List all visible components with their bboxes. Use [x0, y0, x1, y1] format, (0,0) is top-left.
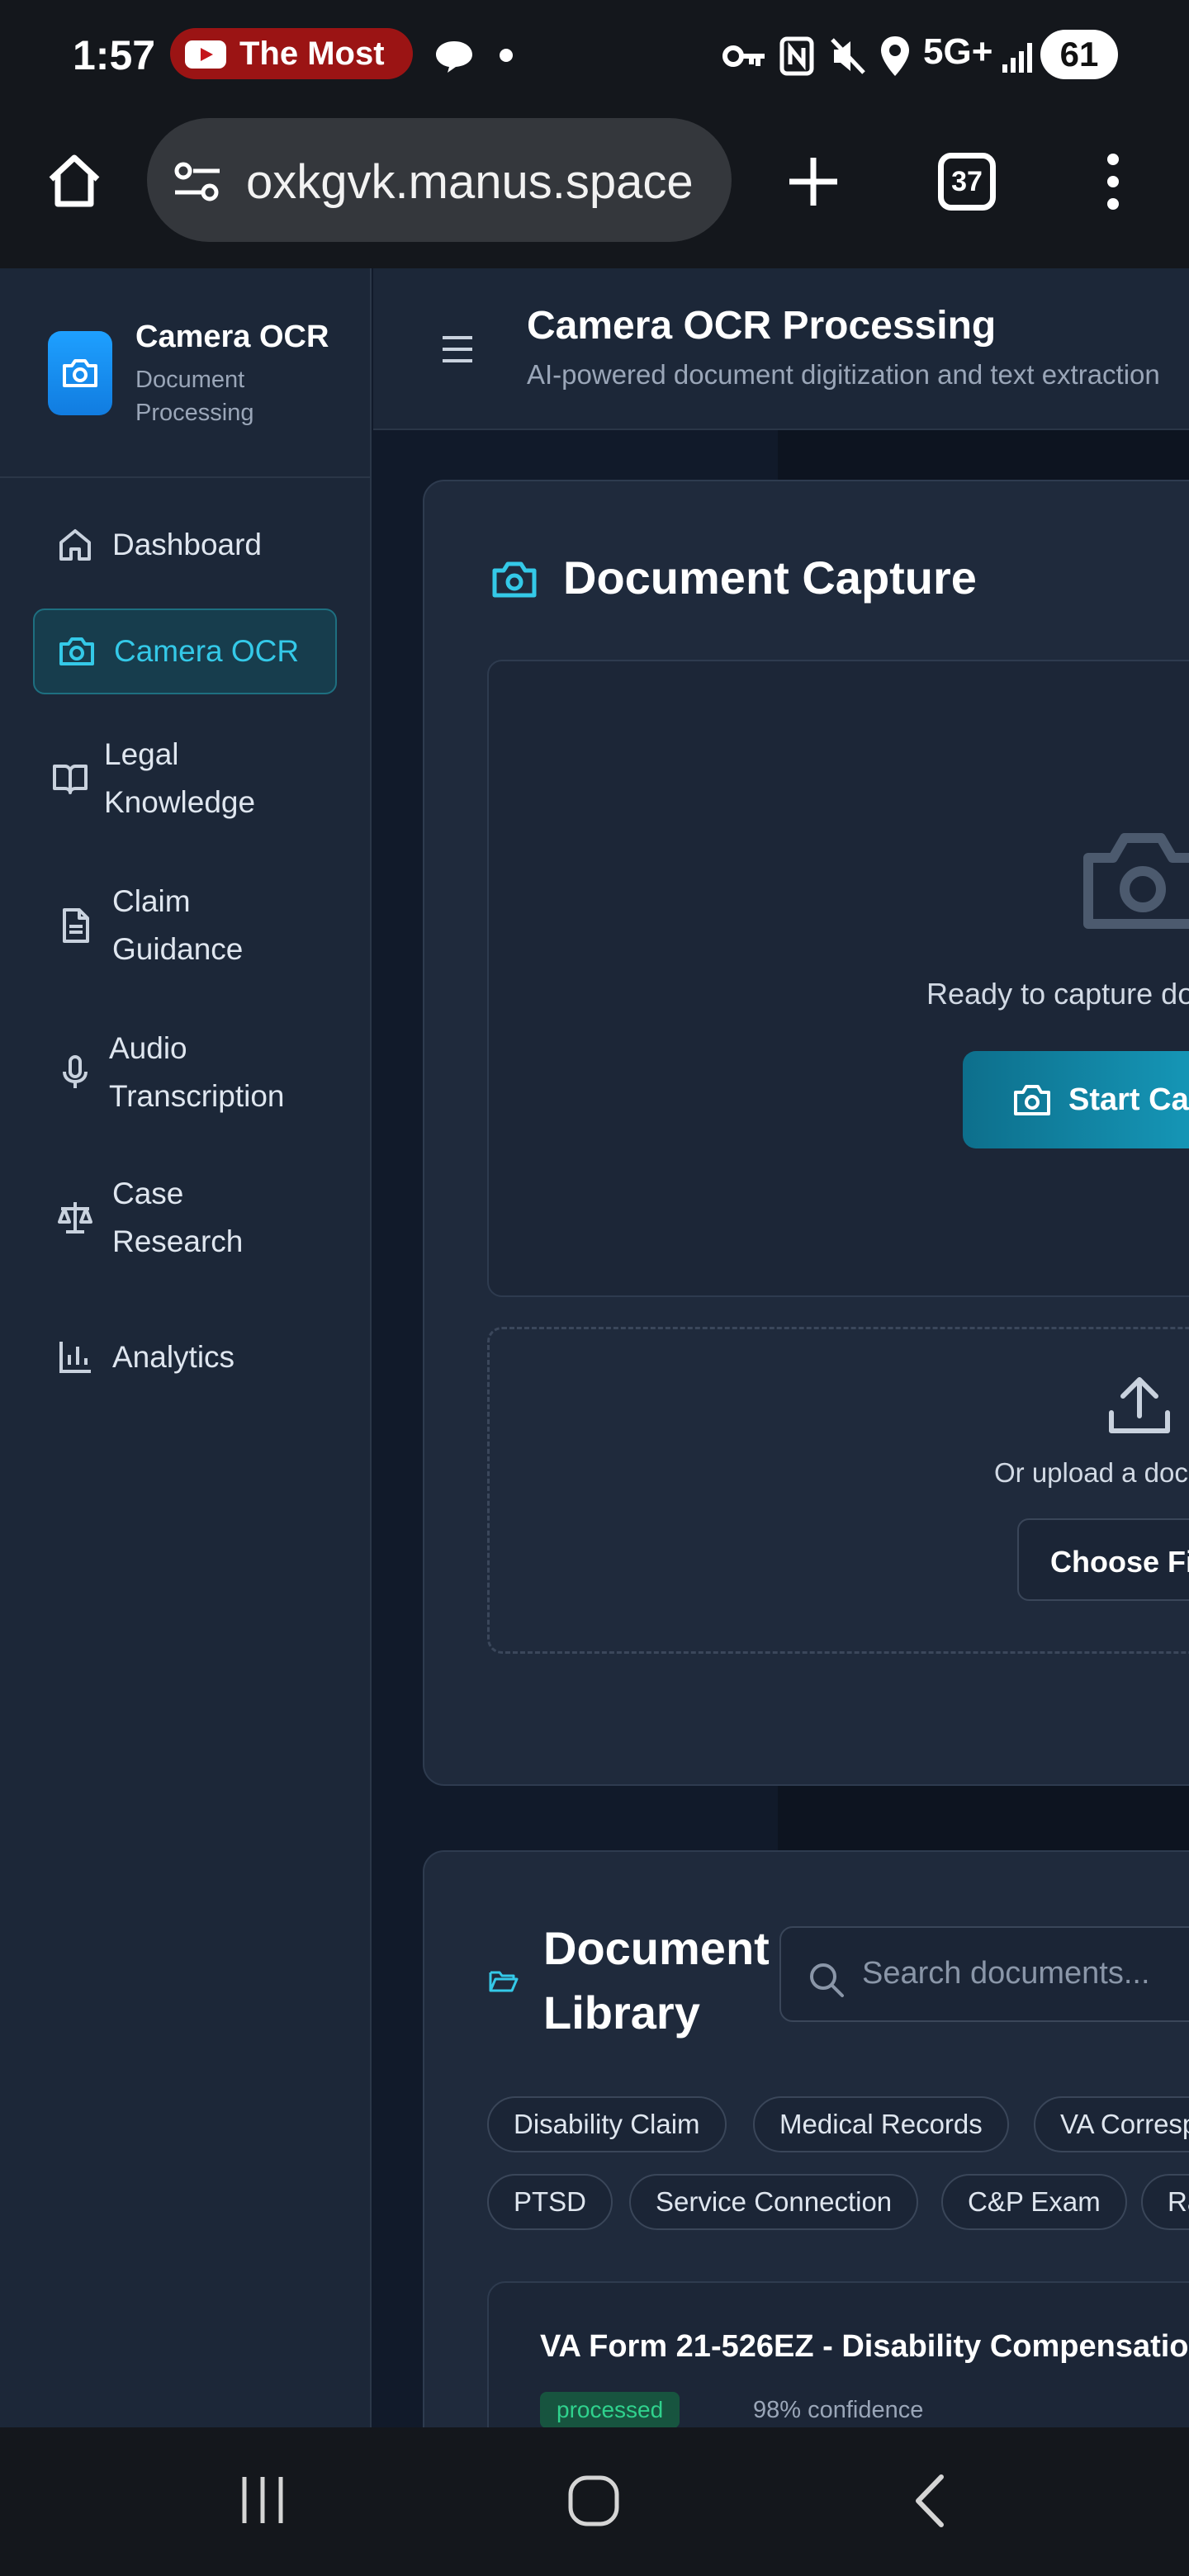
vpn-key-icon	[722, 45, 765, 67]
main-content: Document Capture Ready to capture docume…	[373, 430, 1189, 2427]
camera-icon	[1014, 1085, 1050, 1115]
camera-icon	[59, 637, 94, 665]
scale-icon	[58, 1202, 92, 1234]
start-camera-button[interactable]: Start Camera	[963, 1051, 1189, 1148]
more-menu-icon[interactable]	[1103, 153, 1123, 211]
filter-chip[interactable]: VA Correspondence	[1034, 2096, 1189, 2152]
brand-header: Camera OCR Document Processing	[0, 268, 372, 478]
sidebar-item-claim-guidance[interactable]: Claim Guidance	[33, 876, 281, 975]
sidebar-item-camera-ocr[interactable]: Camera OCR	[33, 608, 337, 694]
new-tab-icon[interactable]	[786, 154, 841, 209]
sidebar-item-legal-knowledge[interactable]: Legal Knowledge	[33, 729, 281, 828]
status-bar: 1:57 The Most 5G+ 61	[0, 0, 1189, 111]
sidebar-item-label: Dashboard	[112, 528, 263, 561]
folder-open-icon	[489, 1971, 519, 1992]
document-library-card: Document Library Search documents... Dis…	[423, 1850, 1189, 2427]
location-icon	[881, 36, 909, 76]
home-icon	[59, 529, 91, 561]
sidebar-item-label: Analytics	[112, 1340, 235, 1374]
mic-icon	[63, 1055, 88, 1088]
sidebar-item-case-research[interactable]: Case Research	[33, 1168, 281, 1267]
brand-title: Camera OCR	[135, 320, 329, 354]
sidebar-item-label: Case Research	[112, 1177, 244, 1258]
brand-subtitle: Document Processing	[135, 367, 254, 426]
sidebar-item-label: Claim Guidance	[112, 884, 244, 966]
signal-icon	[1002, 43, 1032, 73]
choose-file-button[interactable]: Choose File	[1017, 1518, 1189, 1601]
sidebar-item-analytics[interactable]: Analytics	[33, 1328, 337, 1386]
search-icon	[810, 1963, 844, 1997]
hamburger-menu-icon[interactable]	[439, 333, 476, 366]
brand-logo	[48, 331, 112, 415]
sidebar-item-label: Camera OCR	[114, 634, 300, 668]
camera-ready-text: Ready to capture documents	[926, 977, 1189, 1011]
filter-chip[interactable]: PTSD	[487, 2174, 613, 2230]
sidebar: Camera OCR Document Processing Dashboard…	[0, 268, 372, 2427]
sidebar-item-dashboard[interactable]: Dashboard	[33, 516, 337, 574]
document-title[interactable]: VA Form 21-526EZ - Disability Compensati…	[540, 2329, 1189, 2365]
file-text-icon	[63, 908, 89, 943]
back-icon[interactable]	[908, 2472, 950, 2530]
sidebar-item-audio-transcription[interactable]: Audio Transcription	[33, 1023, 330, 1122]
app-root: Camera OCR Document Processing Dashboard…	[0, 268, 1189, 2427]
filter-chip[interactable]: Medical Records	[753, 2096, 1009, 2152]
document-capture-title: Document Capture	[563, 552, 977, 604]
bar-chart-icon	[59, 1342, 91, 1373]
camera-placeholder-icon	[1083, 833, 1189, 929]
nfc-icon	[779, 36, 814, 76]
chat-bubble-icon	[436, 41, 472, 73]
site-settings-icon[interactable]	[172, 161, 223, 202]
status-time: 1:57	[73, 32, 156, 78]
battery-indicator: 61	[1040, 30, 1118, 79]
camera-icon	[492, 561, 537, 598]
page-title: Camera OCR Processing	[527, 304, 997, 348]
book-icon	[53, 765, 88, 794]
filter-chip[interactable]: Disability Claim	[487, 2096, 727, 2152]
sidebar-item-label: Audio Transcription	[109, 1031, 285, 1113]
recent-apps-icon[interactable]	[238, 2474, 287, 2526]
document-library-title: Document Library	[543, 1922, 770, 2039]
home-button-icon[interactable]	[566, 2474, 621, 2528]
page-subtitle: AI-powered document digitization and tex…	[527, 359, 1160, 390]
upload-dropzone[interactable]	[487, 1327, 1189, 1654]
status-badge: processed	[540, 2392, 680, 2427]
filter-chip[interactable]: C&P Exam	[941, 2174, 1127, 2230]
upload-prompt-text: Or upload a document	[994, 1457, 1189, 1488]
filter-chip[interactable]: Service Connection	[629, 2174, 919, 2230]
system-navigation-bar	[0, 2427, 1189, 2576]
search-placeholder: Search documents...	[862, 1956, 1150, 1991]
start-camera-label: Start Camera	[1068, 1082, 1189, 1117]
network-type: 5G+	[923, 31, 993, 72]
url-text[interactable]: oxkgvk.manus.space	[246, 154, 717, 210]
camera-icon	[63, 359, 97, 387]
mute-icon	[831, 38, 865, 74]
document-capture-card: Document Capture Ready to capture docume…	[423, 480, 1189, 1786]
browser-toolbar: oxkgvk.manus.space 37	[0, 111, 1189, 268]
confidence-score: 98% confidence	[753, 2397, 924, 2423]
page-header: Camera OCR Processing AI-powered documen…	[373, 268, 1189, 430]
sidebar-item-label: Legal Knowledge	[104, 737, 256, 819]
upload-icon	[1109, 1377, 1170, 1433]
media-notification-pill[interactable]: The Most	[170, 28, 413, 79]
media-notification-text: The Most	[239, 36, 385, 72]
home-icon[interactable]	[45, 151, 104, 211]
youtube-icon	[185, 40, 226, 69]
tab-switcher-button[interactable]: 37	[938, 153, 996, 211]
filter-chip[interactable]: Rating	[1141, 2174, 1189, 2230]
dot-icon	[500, 49, 513, 62]
